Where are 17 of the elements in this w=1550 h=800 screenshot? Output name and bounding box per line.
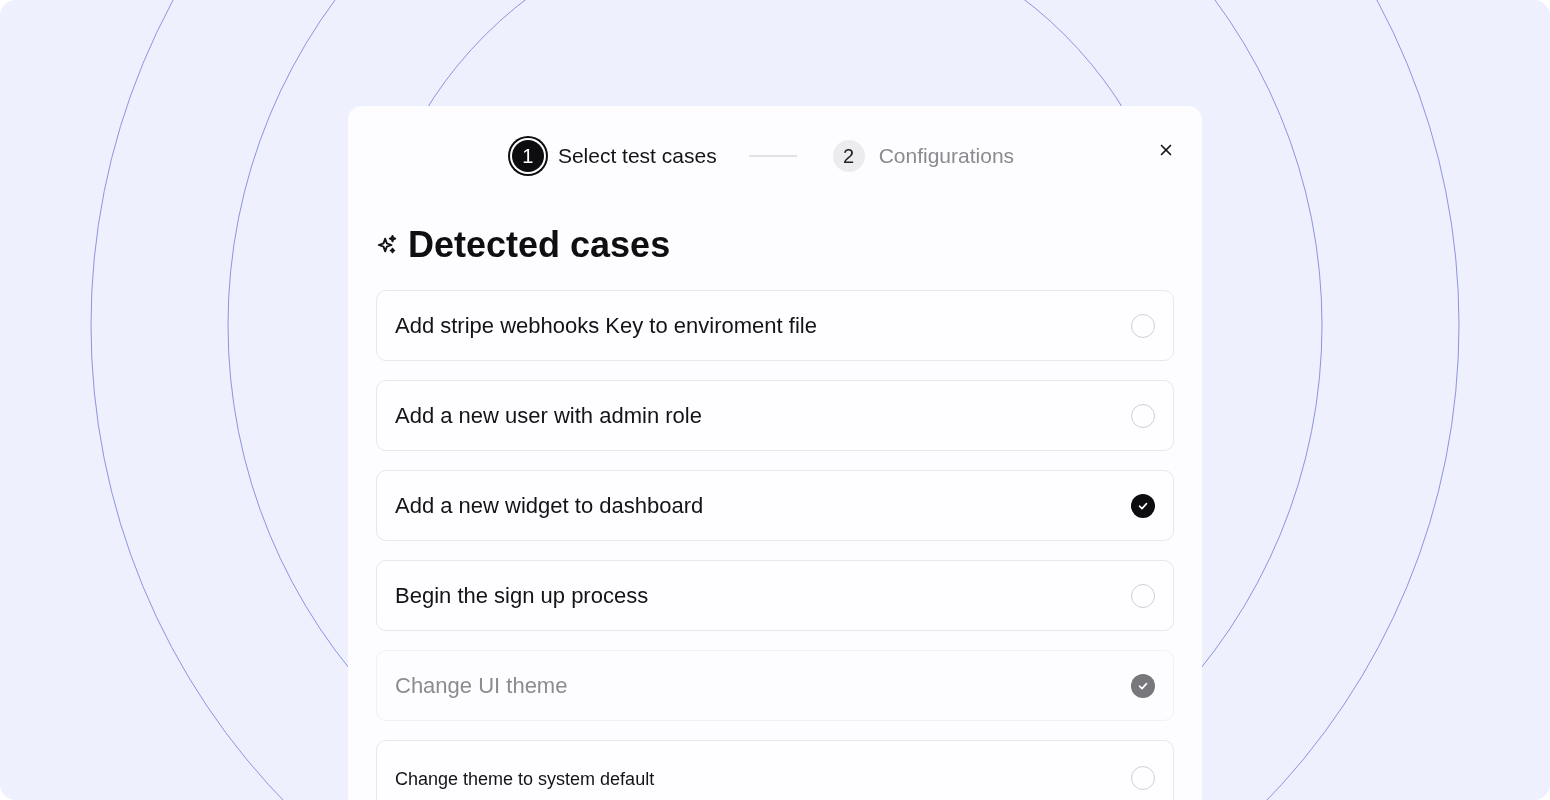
test-case-label: Add stripe webhooks Key to enviroment file <box>395 312 817 339</box>
section-heading: Detected cases <box>408 224 671 266</box>
radio-check[interactable] <box>1131 493 1155 518</box>
test-case-row[interactable]: Change theme to system default <box>376 740 1174 800</box>
sparkles-icon <box>376 234 398 256</box>
test-case-label: Change UI theme <box>395 672 568 699</box>
step-number[interactable]: 2 <box>832 140 865 172</box>
test-case-label: Change theme to system default <box>395 769 655 790</box>
test-case-row[interactable]: Add a new widget to dashboard <box>376 470 1174 541</box>
test-case-label: Begin the sign up process <box>395 582 649 609</box>
test-case-row[interactable]: Begin the sign up process <box>376 560 1174 631</box>
test-case-row[interactable]: Add a new user with admin role <box>376 380 1174 451</box>
test-case-label: Add a new user with admin role <box>395 402 702 429</box>
step-label[interactable]: Select test cases <box>557 144 717 168</box>
step-number[interactable]: 1 <box>511 140 544 172</box>
test-case-row[interactable]: Add stripe webhooks Key to enviroment file <box>376 290 1174 361</box>
test-case-label: Add a new widget to dashboard <box>395 492 704 519</box>
